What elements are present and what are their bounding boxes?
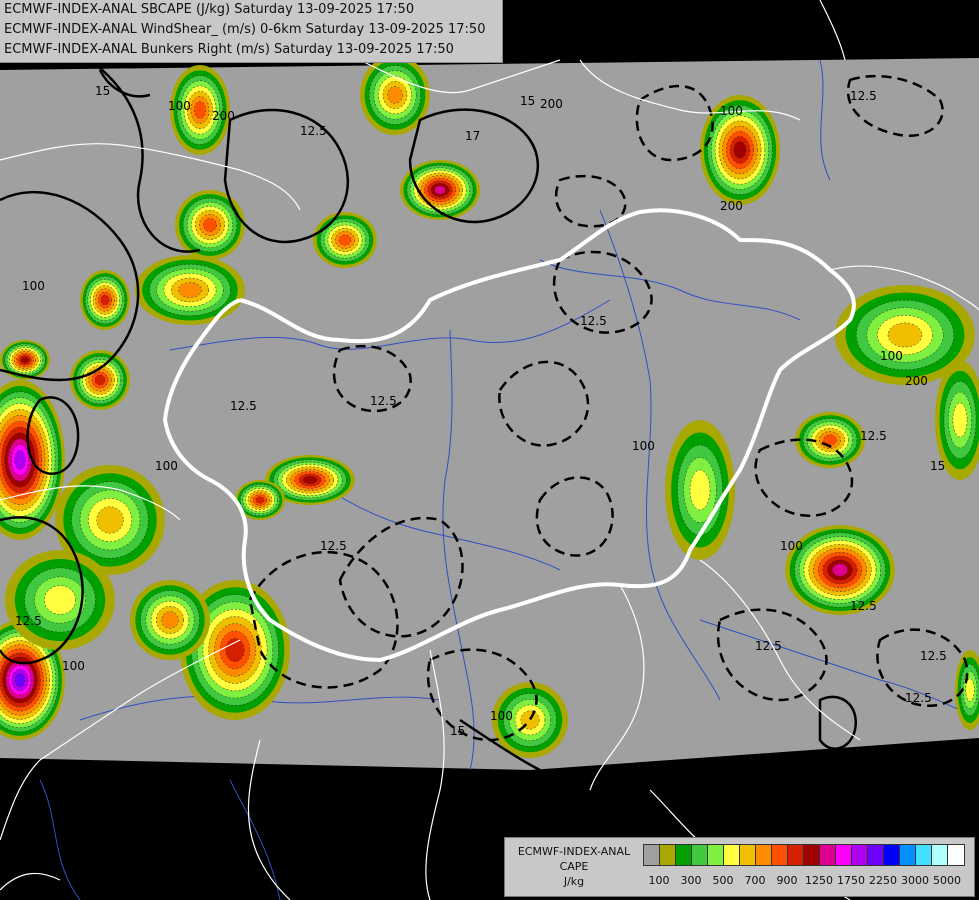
cape-contour — [14, 673, 26, 687]
cape-contour — [255, 496, 265, 504]
cape-legend: ECMWF-INDEX-ANAL CAPE J/kg 100 300 500 700 9… — [504, 837, 975, 897]
cape-contour — [14, 450, 26, 470]
legend-title-line: CAPE — [559, 860, 589, 873]
legend-tick-label: 300 — [680, 874, 702, 887]
legend-swatch — [900, 845, 916, 865]
cape-contour — [733, 141, 747, 159]
contour-label: 12.5 — [850, 89, 877, 103]
contour-label: 12.5 — [905, 691, 932, 705]
cape-contour — [161, 611, 179, 629]
legend-swatch — [756, 845, 772, 865]
legend-swatch — [852, 845, 868, 865]
map-header: ECMWF-INDEX-ANAL SBCAPE (J/kg) Saturday … — [0, 0, 503, 63]
legend-title-line: ECMWF-INDEX-ANAL — [517, 845, 631, 858]
header-line-sbcape: ECMWF-INDEX-ANAL SBCAPE (J/kg) Saturday … — [4, 2, 415, 17]
legend-tick-label: 3000 — [901, 874, 929, 887]
contour-label: 200 — [212, 109, 235, 123]
contour-label: 100 — [155, 459, 178, 473]
cape-contour — [96, 506, 124, 534]
contour-label: 100 — [880, 349, 903, 363]
contour-label: 100 — [632, 439, 655, 453]
legend-tick-label: 5000 — [933, 874, 961, 887]
contour-label: 12.5 — [850, 599, 877, 613]
legend-title-line: J/kg — [563, 875, 585, 888]
cape-contour — [434, 185, 446, 195]
legend-swatch — [724, 845, 740, 865]
cape-contour — [44, 585, 76, 615]
contour-label: 100 — [168, 99, 191, 113]
legend-tick-labels: 100 300 500 700 900 1250 1750 2250 3000 5000 — [643, 874, 963, 890]
contour-label: 100 — [62, 659, 85, 673]
cape-contour — [952, 402, 968, 438]
cape-contour — [225, 638, 245, 662]
legend-swatch — [804, 845, 820, 865]
contour-label: 12.5 — [580, 314, 607, 328]
legend-color-scale — [643, 844, 965, 866]
cape-contour — [194, 101, 206, 119]
legend-swatch — [820, 845, 836, 865]
weather-map: 1510020012.5 171510020012.512.512.512.512… — [0, 0, 979, 900]
contour-label: 100 — [22, 279, 45, 293]
contour-label: 17 — [465, 129, 480, 143]
legend-swatch — [884, 845, 900, 865]
cape-contour — [100, 294, 110, 306]
contour-label: 100 — [490, 709, 513, 723]
contour-label: 15 — [95, 84, 110, 98]
legend-tick-label: 2250 — [869, 874, 897, 887]
legend-swatch — [788, 845, 804, 865]
legend-tick-label: 1750 — [837, 874, 865, 887]
header-line-bunkers: ECMWF-INDEX-ANAL Bunkers Right (m/s) Sat… — [4, 42, 454, 57]
legend-swatch — [948, 845, 964, 865]
contour-label: 200 — [905, 374, 928, 388]
contour-label: 15 — [930, 459, 945, 473]
contour-label: 12.5 — [755, 639, 782, 653]
legend-swatch — [692, 845, 708, 865]
legend-swatch — [740, 845, 756, 865]
legend-swatch — [708, 845, 724, 865]
contour-label: 12.5 — [15, 614, 42, 628]
contour-label: 12.5 — [860, 429, 887, 443]
contour-label: 100 — [780, 539, 803, 553]
cape-contour — [887, 322, 923, 348]
legend-swatch — [916, 845, 932, 865]
contour-label: 12.5 — [370, 394, 397, 408]
contour-label: 100 — [720, 104, 743, 118]
header-line-windshear: ECMWF-INDEX-ANAL WindShear_ (m/s) 0-6km … — [4, 22, 486, 37]
legend-tick-label: 700 — [744, 874, 766, 887]
legend-title: ECMWF-INDEX-ANAL CAPE J/kg — [509, 844, 639, 889]
contour-label: 15 — [450, 724, 465, 738]
cape-contour — [832, 563, 848, 577]
legend-tick-label: 100 — [648, 874, 670, 887]
cape-contour — [387, 86, 403, 104]
contour-label: 200 — [720, 199, 743, 213]
legend-swatch — [836, 845, 852, 865]
cape-contour — [20, 356, 30, 364]
legend-swatch — [772, 845, 788, 865]
legend-tick-label: 500 — [712, 874, 734, 887]
cape-contour — [94, 374, 106, 386]
legend-swatch — [644, 845, 660, 865]
legend-swatch — [932, 845, 948, 865]
contour-label: 12.5 — [300, 124, 327, 138]
legend-swatch — [676, 845, 692, 865]
legend-swatch — [660, 845, 676, 865]
legend-swatch — [868, 845, 884, 865]
contour-label: 12.5 — [320, 539, 347, 553]
contour-label: 200 — [540, 97, 563, 111]
contour-label: 12.5 — [920, 649, 947, 663]
legend-tick-label: 900 — [776, 874, 798, 887]
cape-contour — [302, 475, 318, 485]
cape-contour — [338, 234, 352, 246]
cape-contour — [689, 469, 711, 511]
legend-tick-label: 1250 — [805, 874, 833, 887]
contour-label: 15 — [520, 94, 535, 108]
cape-contour — [203, 218, 217, 232]
cape-contour — [178, 282, 202, 298]
contour-label: 12.5 — [230, 399, 257, 413]
